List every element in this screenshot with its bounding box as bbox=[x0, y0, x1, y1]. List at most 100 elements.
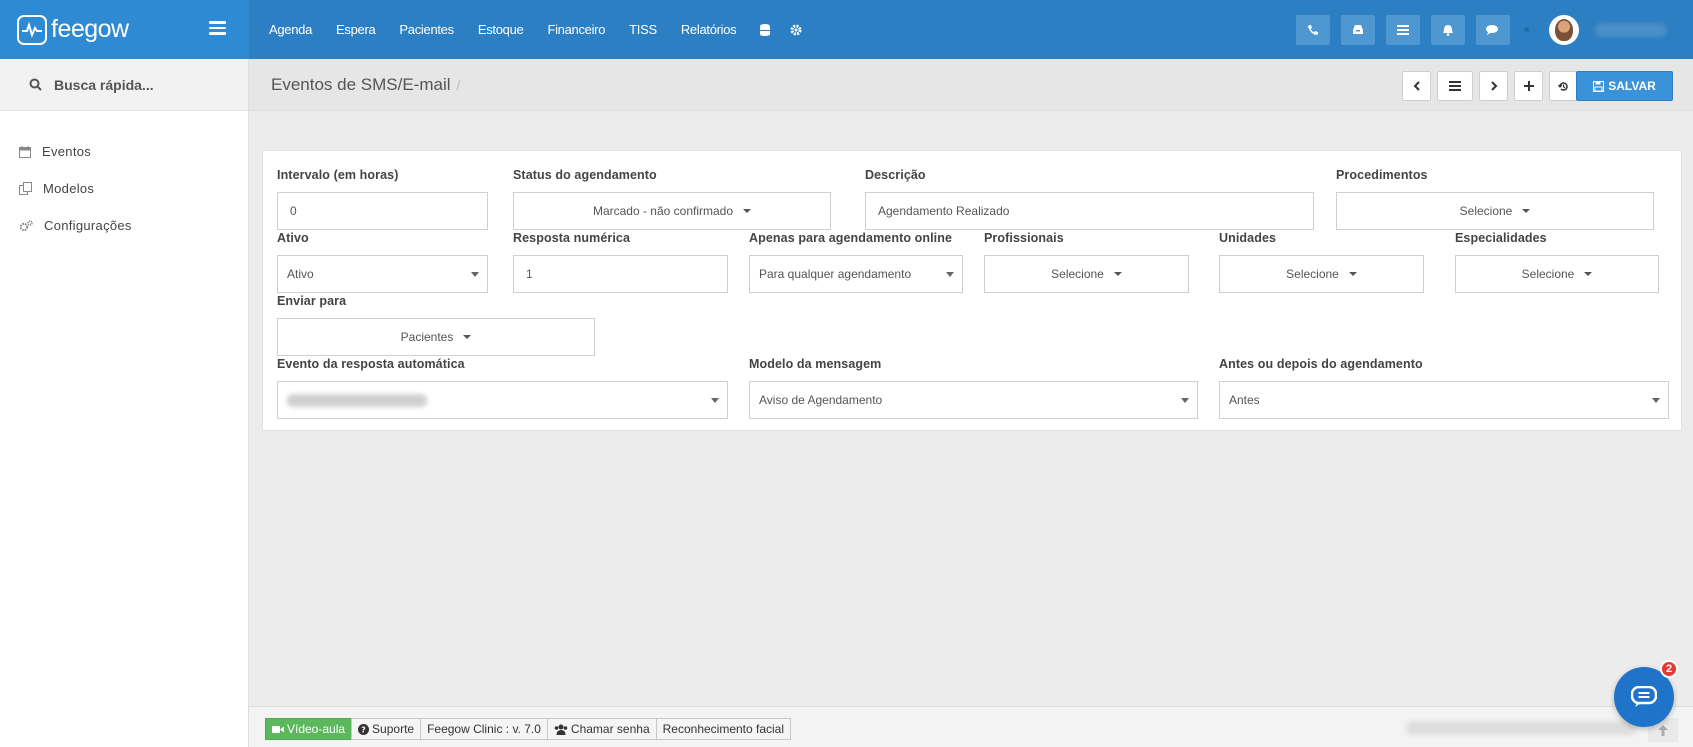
caret-down-icon bbox=[1113, 272, 1122, 276]
unidades-label: Unidades bbox=[1219, 231, 1277, 245]
calendar-icon bbox=[19, 145, 31, 158]
status-multiselect[interactable]: Marcado - não confirmado bbox=[513, 192, 831, 230]
status-dot bbox=[1524, 27, 1529, 32]
field-resposta: Resposta numérica 1 bbox=[513, 231, 728, 293]
nav-pacientes[interactable]: Pacientes bbox=[399, 22, 454, 37]
profissionais-multiselect[interactable]: Selecione bbox=[984, 255, 1189, 293]
field-procedimentos: Procedimentos Selecione bbox=[1336, 168, 1654, 230]
modelo-select[interactable]: Aviso de Agendamento bbox=[749, 381, 1198, 419]
top-actions bbox=[1296, 0, 1693, 59]
quick-search[interactable]: Busca rápida... bbox=[0, 59, 248, 111]
especialidades-value: Selecione bbox=[1521, 267, 1575, 281]
previous-button[interactable] bbox=[1402, 71, 1431, 101]
enviar-value: Pacientes bbox=[400, 330, 454, 344]
field-enviar: Enviar para Pacientes bbox=[277, 294, 595, 356]
antes-depois-select[interactable]: Antes bbox=[1219, 381, 1669, 419]
nav-tiss[interactable]: TISS bbox=[629, 22, 657, 37]
svg-text:?: ? bbox=[361, 725, 366, 734]
caret-down-icon bbox=[463, 335, 472, 339]
menu-toggle-icon[interactable] bbox=[209, 21, 226, 38]
chamar-senha-button[interactable]: Chamar senha bbox=[546, 718, 657, 740]
avatar[interactable] bbox=[1549, 14, 1579, 45]
history-button[interactable] bbox=[1549, 71, 1578, 101]
users-icon bbox=[554, 724, 568, 735]
bell-icon bbox=[1443, 24, 1453, 36]
list-icon bbox=[1449, 81, 1461, 91]
enviar-multiselect[interactable]: Pacientes bbox=[277, 318, 595, 356]
search-icon bbox=[29, 78, 42, 91]
ativo-label: Ativo bbox=[277, 231, 309, 245]
save-button[interactable]: SALVAR bbox=[1576, 71, 1673, 101]
modelo-label: Modelo da mensagem bbox=[749, 357, 882, 371]
field-profissionais: Profissionais Selecione bbox=[984, 231, 1189, 293]
suporte-button[interactable]: ? Suporte bbox=[351, 718, 422, 740]
quick-search-label: Busca rápida... bbox=[54, 76, 154, 93]
version-label: Feegow Clinic : v. 7.0 bbox=[420, 718, 548, 740]
field-antes-depois: Antes ou depois do agendamento Antes bbox=[1219, 357, 1669, 419]
footer-blurred-info bbox=[1406, 721, 1636, 735]
nav-financeiro[interactable]: Financeiro bbox=[547, 22, 605, 37]
descricao-label: Descrição bbox=[865, 168, 926, 182]
sidebar-item-modelos[interactable]: Modelos bbox=[0, 170, 248, 207]
notifications-button[interactable] bbox=[1431, 14, 1465, 45]
sidebar-item-eventos[interactable]: Eventos bbox=[0, 133, 248, 170]
procedimentos-label: Procedimentos bbox=[1336, 168, 1428, 182]
list-button[interactable] bbox=[1386, 14, 1420, 45]
chevron-right-icon bbox=[1490, 81, 1497, 91]
inbox-button[interactable] bbox=[1341, 14, 1375, 45]
video-aula-button[interactable]: Vídeo-aula bbox=[265, 718, 353, 740]
phone-button[interactable] bbox=[1296, 14, 1330, 45]
sidebar-menu: Eventos Modelos Configurações bbox=[0, 133, 248, 244]
online-select[interactable]: Para qualquer agendamento bbox=[749, 255, 963, 293]
chat-button[interactable] bbox=[1476, 14, 1510, 45]
reconhecimento-facial-label: Reconhecimento facial bbox=[662, 722, 785, 736]
sidebar-item-configuracoes[interactable]: Configurações bbox=[0, 207, 248, 244]
video-aula-label: Vídeo-aula bbox=[287, 722, 346, 736]
brand[interactable]: feegow bbox=[0, 0, 249, 59]
plus-icon bbox=[1523, 81, 1534, 91]
especialidades-multiselect[interactable]: Selecione bbox=[1455, 255, 1659, 293]
list-view-button[interactable] bbox=[1437, 71, 1473, 101]
reconhecimento-facial-button[interactable]: Reconhecimento facial bbox=[655, 718, 792, 740]
sidebar-item-label: Modelos bbox=[43, 181, 95, 196]
descricao-input[interactable]: Agendamento Realizado bbox=[865, 192, 1314, 230]
nav-estoque[interactable]: Estoque bbox=[478, 22, 524, 37]
field-intervalo: Intervalo (em horas) 0 bbox=[277, 168, 488, 230]
user-name-blurred[interactable] bbox=[1595, 22, 1667, 37]
field-unidades: Unidades Selecione bbox=[1219, 231, 1424, 293]
status-value: Marcado - não confirmado bbox=[592, 204, 734, 218]
evento-resposta-blurred-value bbox=[287, 393, 427, 407]
chat-unread-badge: 2 bbox=[1660, 660, 1678, 678]
intervalo-input[interactable]: 0 bbox=[277, 192, 488, 230]
nav-espera[interactable]: Espera bbox=[336, 22, 376, 37]
suporte-label: Suporte bbox=[372, 722, 415, 736]
page-title-text: Eventos de SMS/E-mail bbox=[271, 75, 451, 94]
procedimentos-multiselect[interactable]: Selecione bbox=[1336, 192, 1654, 230]
resposta-input[interactable]: 1 bbox=[513, 255, 728, 293]
unidades-multiselect[interactable]: Selecione bbox=[1219, 255, 1424, 293]
field-especialidades: Especialidades Selecione bbox=[1455, 231, 1659, 293]
nav-relatorios[interactable]: Relatórios bbox=[681, 22, 737, 37]
evento-resposta-select[interactable] bbox=[277, 381, 728, 419]
main-nav: Agenda Espera Pacientes Estoque Financei… bbox=[269, 0, 822, 59]
version-text: Feegow Clinic : v. 7.0 bbox=[427, 722, 541, 736]
breadcrumb-separator: / bbox=[456, 77, 461, 93]
antes-depois-value: Antes bbox=[1229, 393, 1260, 407]
ativo-select[interactable]: Ativo bbox=[277, 255, 488, 293]
online-label: Apenas para agendamento online bbox=[749, 231, 953, 245]
gear-icon[interactable] bbox=[790, 24, 802, 36]
nav-agenda[interactable]: Agenda bbox=[269, 22, 312, 37]
footer-buttons: Vídeo-aula ? Suporte Feegow Clinic : v. … bbox=[265, 718, 792, 740]
add-button[interactable] bbox=[1514, 71, 1543, 101]
field-descricao: Descrição Agendamento Realizado bbox=[865, 168, 1314, 230]
next-button[interactable] bbox=[1479, 71, 1508, 101]
caret-down-icon bbox=[1522, 209, 1531, 213]
database-icon[interactable] bbox=[760, 23, 771, 36]
event-form-panel: Intervalo (em horas) 0 Status do agendam… bbox=[262, 150, 1682, 431]
procedimentos-value: Selecione bbox=[1459, 204, 1513, 218]
intervalo-label: Intervalo (em horas) bbox=[277, 168, 399, 182]
field-modelo: Modelo da mensagem Aviso de Agendamento bbox=[749, 357, 1198, 419]
ativo-value: Ativo bbox=[287, 267, 314, 281]
sidebar-item-label: Configurações bbox=[44, 218, 132, 233]
chevron-left-icon bbox=[1413, 81, 1420, 91]
